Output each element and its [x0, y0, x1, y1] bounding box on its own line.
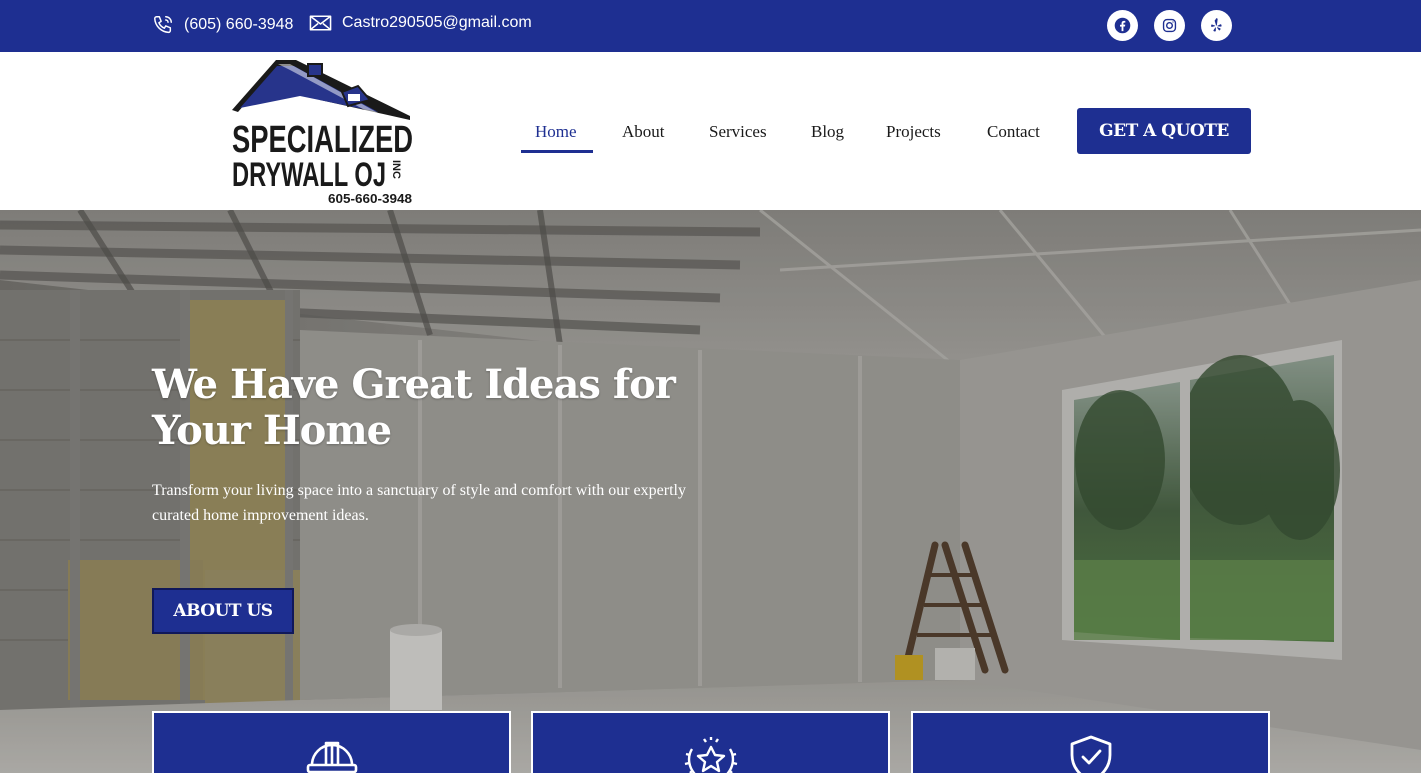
email-link[interactable]: Castro290505@gmail.com: [309, 14, 532, 32]
facebook-icon: [1114, 17, 1131, 34]
feature-card-safety[interactable]: [152, 711, 511, 773]
phone-icon: [154, 16, 172, 34]
about-us-button[interactable]: ABOUT US: [152, 588, 294, 634]
logo-phone: 605-660-3948: [328, 191, 412, 206]
yelp-icon: [1211, 18, 1222, 32]
envelope-icon: [309, 15, 332, 31]
nav-blog[interactable]: Blog: [811, 122, 844, 142]
nav-active-indicator: [521, 150, 593, 153]
top-bar: (605) 660-3948 Castro290505@gmail.com: [0, 0, 1421, 52]
logo-wordmark-line2: DRYWALL OJ: [232, 156, 386, 194]
nav-contact[interactable]: Contact: [987, 122, 1040, 142]
hard-hat-icon: [306, 741, 357, 773]
nav-services[interactable]: Services: [709, 122, 767, 142]
facebook-link[interactable]: [1107, 10, 1138, 41]
feature-card-quality[interactable]: [531, 711, 890, 773]
shield-check-icon: [1070, 735, 1111, 773]
instagram-link[interactable]: [1154, 10, 1185, 41]
phone-number[interactable]: (605) 660-3948: [184, 16, 293, 34]
phone-link[interactable]: (605) 660-3948: [152, 14, 293, 36]
yelp-link[interactable]: [1201, 10, 1232, 41]
nav-projects[interactable]: Projects: [886, 122, 941, 142]
get-a-quote-button[interactable]: GET A QUOTE: [1077, 108, 1251, 154]
hero-section: We Have Great Ideas for Your Home Transf…: [0, 210, 1421, 773]
company-logo[interactable]: SPECIALIZED DRYWALL OJ INC 605-660-3948: [230, 56, 416, 206]
instagram-icon: [1162, 18, 1177, 33]
hero-description: Transform your living space into a sanct…: [152, 482, 686, 524]
logo-wordmark-line1: SPECIALIZED: [232, 119, 413, 161]
site-header: SPECIALIZED DRYWALL OJ INC 605-660-3948 …: [0, 52, 1421, 210]
award-star-icon: [684, 737, 737, 773]
logo-suffix: INC: [390, 160, 402, 179]
nav-home[interactable]: Home: [535, 122, 577, 142]
feature-card-protection[interactable]: [911, 711, 1270, 773]
nav-about[interactable]: About: [622, 122, 665, 142]
email-address[interactable]: Castro290505@gmail.com: [342, 14, 532, 32]
hero-title: We Have Great Ideas for Your Home: [152, 361, 676, 454]
